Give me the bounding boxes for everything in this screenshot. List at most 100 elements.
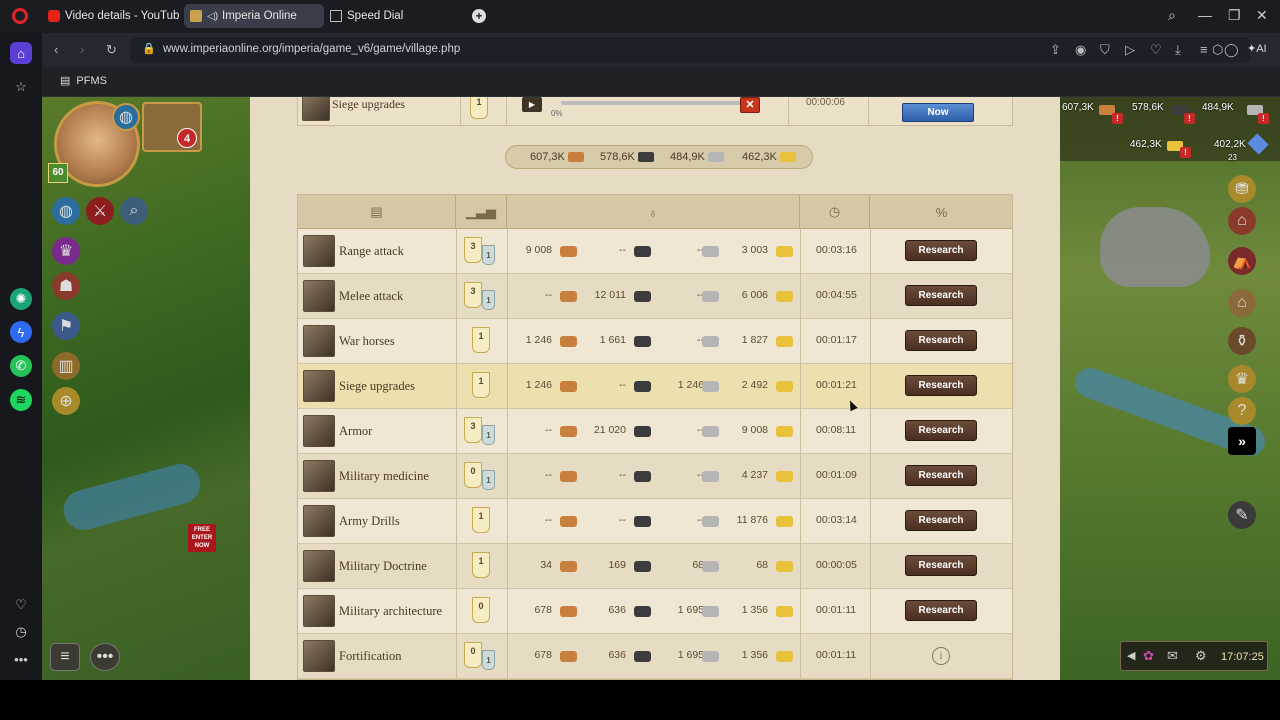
divider xyxy=(800,634,801,679)
whatsapp-icon[interactable]: ✆ xyxy=(10,355,32,377)
current-level-flag: 3 xyxy=(464,282,482,308)
search-tabs-icon[interactable]: ⌕ xyxy=(1168,7,1176,24)
stone-cost: 1 246 xyxy=(677,379,704,391)
tab-imperia-online[interactable]: ◁) Imperia Online xyxy=(184,4,324,28)
menu-icon[interactable]: ≡ xyxy=(1200,42,1208,57)
quill-icon[interactable]: ✎ xyxy=(1228,501,1256,529)
table-row: Melee attack 3 1 -- 12 011 -- 6 006 00:04:55 Res… xyxy=(298,274,1012,319)
percent-icon: % xyxy=(935,204,948,220)
gold-icon xyxy=(776,471,793,482)
research-button[interactable]: Research xyxy=(905,465,977,486)
table-row: Armor 3 1 -- 21 020 -- 9 008 00:08:11 Research xyxy=(298,409,1012,454)
workshop-icon[interactable]: ⌂ xyxy=(1228,289,1256,317)
play-icon[interactable]: ▶ xyxy=(522,97,542,112)
ai-button[interactable]: ✦AI xyxy=(1247,42,1267,55)
divider xyxy=(800,319,801,364)
fast-forward-icon[interactable]: » xyxy=(1228,427,1256,455)
imperia-favicon-icon xyxy=(190,10,202,22)
research-button[interactable]: Research xyxy=(905,420,977,441)
reload-icon[interactable]: ↻ xyxy=(106,42,117,58)
info-icon[interactable]: i xyxy=(932,647,950,665)
divider xyxy=(507,229,508,274)
stone-cost: 1 695 xyxy=(677,649,704,661)
crown-icon[interactable]: ♛ xyxy=(1228,365,1256,393)
wood-cost: 678 xyxy=(534,649,552,661)
gold-cost: 1 827 xyxy=(741,334,768,346)
url-text[interactable]: www.imperiaonline.org/imperia/game_v6/ga… xyxy=(163,43,460,55)
opera-logo-icon[interactable] xyxy=(12,8,28,24)
research-button[interactable]: Research xyxy=(905,285,977,306)
close-window-button[interactable]: ✕ xyxy=(1256,7,1268,24)
help-icon[interactable]: ? xyxy=(1228,397,1256,425)
restore-button[interactable]: ❐ xyxy=(1228,7,1241,24)
share-icon[interactable]: ⇪ xyxy=(1050,42,1061,58)
research-time: 00:01:11 xyxy=(816,604,857,616)
research-button[interactable]: Research xyxy=(905,240,977,261)
arrow-left-icon[interactable]: ◀ xyxy=(1127,649,1135,662)
game-time: 17:07:25 xyxy=(1221,651,1264,663)
download-icon[interactable]: ⤓ xyxy=(1175,42,1181,58)
new-tab-button[interactable]: + xyxy=(472,9,486,23)
crown-icon[interactable]: ♛ xyxy=(52,237,80,265)
heart-icon[interactable]: ♡ xyxy=(10,594,32,616)
tab-youtube[interactable]: Video details - YouTube St xyxy=(42,4,180,28)
history-icon[interactable]: ◷ xyxy=(10,621,32,643)
market-icon[interactable]: ⛺ xyxy=(1228,247,1256,275)
research-button[interactable]: Research xyxy=(905,555,977,576)
books-icon[interactable]: ▥ xyxy=(52,352,80,380)
general-icon[interactable]: ☗ xyxy=(52,272,80,300)
heart-icon[interactable]: ♡ xyxy=(1150,42,1162,58)
research-button[interactable]: Research xyxy=(905,375,977,396)
chatgpt-icon[interactable]: ✺ xyxy=(10,288,32,310)
back-icon[interactable]: ‹ xyxy=(54,42,58,57)
research-button[interactable]: Research xyxy=(905,510,977,531)
research-button[interactable]: Research xyxy=(905,330,977,351)
minimize-button[interactable]: — xyxy=(1198,7,1212,23)
globe-icon[interactable]: ◍ xyxy=(112,103,140,131)
research-progress-bar xyxy=(561,101,741,105)
cancel-research-button[interactable]: ✕ xyxy=(740,97,760,113)
divider xyxy=(507,364,508,409)
forward-icon[interactable]: › xyxy=(80,42,84,57)
hamburger-menu-button[interactable]: ≡ xyxy=(50,643,80,671)
research-thumb-icon xyxy=(303,640,335,672)
tavern-icon[interactable]: ⚱ xyxy=(1228,327,1256,355)
current-level-flag: 1 xyxy=(472,372,490,398)
spy-icon[interactable]: ⌕ xyxy=(120,197,148,225)
shield-icon[interactable]: ⛉ xyxy=(1100,42,1110,58)
extensions-icon[interactable]: ⬡ xyxy=(1212,42,1223,58)
more-icon[interactable]: ••• xyxy=(10,648,32,670)
star-icon[interactable]: ☆ xyxy=(10,76,32,98)
divider xyxy=(800,454,801,499)
coins-icon[interactable]: ⛃ xyxy=(1228,175,1256,203)
messenger-icon[interactable]: ϟ xyxy=(10,321,32,343)
browser-tab-bar: Video details - YouTube St ◁) Imperia On… xyxy=(0,0,1280,33)
camera-icon[interactable]: ◉ xyxy=(1075,42,1086,58)
wood-icon xyxy=(560,606,577,617)
flags-icon[interactable]: ⚑ xyxy=(52,312,80,340)
profile-icon[interactable]: ◯ xyxy=(1224,42,1239,58)
world-icon[interactable]: ◍ xyxy=(52,197,80,225)
research-name: Siege upgrades xyxy=(339,379,416,393)
iron-cost: 1 661 xyxy=(599,334,626,346)
research-thumb-icon xyxy=(303,325,335,357)
barracks-icon[interactable]: ⌂ xyxy=(1228,207,1256,235)
target-icon[interactable]: ⊕ xyxy=(52,387,80,415)
free-offer-badge[interactable]: FREE ENTER NOW xyxy=(188,524,216,552)
address-bar[interactable]: 🔒 www.imperiaonline.org/imperia/game_v6/… xyxy=(130,37,1250,63)
finish-now-button[interactable]: Now xyxy=(902,103,974,122)
play-icon[interactable]: ▷ xyxy=(1125,42,1135,58)
mail-icon[interactable]: ✉ xyxy=(1167,648,1178,664)
speaker-icon[interactable]: ◁) xyxy=(207,11,218,22)
bookmark-pfms[interactable]: ▤ PFMS xyxy=(60,74,107,87)
home-icon[interactable]: ⌂ xyxy=(10,42,32,64)
tab-speed-dial[interactable]: Speed Dial xyxy=(324,4,464,28)
left-map-scene: 60 ◍ 4 ◍ ⚔ ⌕ ♛ ☗ ⚑ ▥ ⊕ FREE ENTER NOW ≡ … xyxy=(42,97,250,680)
stone-icon xyxy=(702,561,719,572)
chat-button[interactable]: ••• xyxy=(90,643,120,671)
spotify-icon[interactable]: ≋ xyxy=(10,389,32,411)
alliance-icon[interactable]: ⚔ xyxy=(86,197,114,225)
gift-icon[interactable]: ✿ xyxy=(1143,648,1154,664)
research-button[interactable]: Research xyxy=(905,600,977,621)
settings-icon[interactable]: ⚙ xyxy=(1195,648,1207,664)
